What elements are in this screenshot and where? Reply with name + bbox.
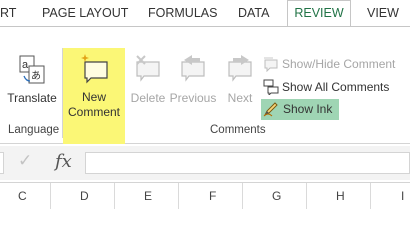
tab-view[interactable]: VIEW [367,6,399,20]
next-comment-button[interactable]: Next [220,52,260,112]
ribbon-tabs: RT PAGE LAYOUT FORMULAS DATA REVIEW VIEW [0,0,410,27]
translate-button[interactable]: a あ Translate [6,52,58,112]
translate-icon: a あ [19,55,45,84]
enter-check-icon[interactable]: ✓ [18,151,32,171]
column-header[interactable]: I [401,189,404,203]
show-all-comments-button[interactable]: Show All Comments [263,78,409,96]
column-header-row: C D E F G H I [0,182,410,209]
tab-review-label: REVIEW [294,6,344,20]
svg-text:あ: あ [31,70,41,82]
show-hide-comment-button[interactable]: Show/Hide Comment [263,55,409,73]
translate-label: Translate [7,91,57,105]
show-all-comments-icon [263,79,279,95]
formula-input[interactable] [85,152,410,174]
column-divider[interactable] [242,183,243,209]
column-divider[interactable] [178,183,179,209]
show-ink-button[interactable]: Show Ink [261,99,339,120]
column-header[interactable]: C [18,189,27,203]
group-language-label: Language [8,124,60,136]
new-comment-icon [81,54,108,84]
new-comment-label-line2: Comment [67,105,120,119]
next-label: Next [227,91,253,105]
tab-review[interactable]: REVIEW [287,0,351,27]
next-comment-icon [228,55,252,82]
column-divider[interactable] [306,183,307,209]
column-header[interactable]: E [144,189,152,203]
pen-icon [263,102,278,117]
column-divider[interactable] [370,183,371,209]
column-header[interactable]: H [336,189,345,203]
show-hide-comment-icon [264,57,278,72]
delete-label: Delete [130,91,166,105]
name-box-edge[interactable] [0,152,4,174]
previous-label: Previous [169,91,217,105]
column-header[interactable]: G [272,189,281,203]
new-comment-label-line1: New [81,90,106,104]
new-comment-button[interactable]: New Comment [63,52,125,122]
tab-page-layout[interactable]: PAGE LAYOUT [42,6,128,20]
previous-comment-icon [181,55,205,82]
previous-comment-button[interactable]: Previous [168,52,218,112]
column-header[interactable]: D [80,189,89,203]
delete-comment-button[interactable]: Delete [128,52,168,112]
show-all-comments-label: Show All Comments [282,80,390,94]
show-hide-comment-label: Show/Hide Comment [282,57,396,71]
column-divider[interactable] [114,183,115,209]
tab-formulas[interactable]: FORMULAS [148,6,217,20]
group-comments-label: Comments [210,124,266,136]
svg-text:a: a [22,59,29,71]
tab-insert-partial[interactable]: RT [0,6,16,20]
delete-comment-icon [136,55,160,82]
insert-function-icon[interactable]: fx [55,151,72,172]
column-header[interactable]: F [209,189,216,203]
column-divider[interactable] [50,183,51,209]
show-ink-label: Show Ink [283,102,333,116]
tab-data[interactable]: DATA [238,6,269,20]
